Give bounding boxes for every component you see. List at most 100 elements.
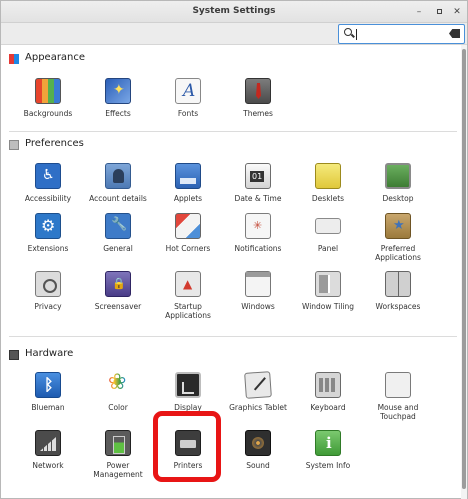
settings-content: Appearance Backgrounds Effects Fonts The…: [1, 45, 461, 499]
item-fonts[interactable]: Fonts: [153, 78, 223, 118]
item-label: Backgrounds: [23, 109, 73, 118]
item-label: Hot Corners: [165, 244, 211, 253]
item-label: Notifications: [234, 244, 282, 253]
desklets-icon: [315, 163, 341, 189]
search-input[interactable]: [355, 27, 443, 41]
item-label: Screensaver: [94, 302, 142, 311]
section-title: Appearance: [25, 52, 86, 63]
item-themes[interactable]: Themes: [223, 78, 293, 118]
item-label: Sound: [246, 461, 270, 470]
item-mouse-touchpad[interactable]: Mouse and Touchpad: [363, 372, 433, 421]
toolbar: [1, 23, 467, 45]
themes-icon: [245, 78, 271, 104]
appearance-section-icon: [9, 54, 19, 64]
scrollbar-thumb[interactable]: [462, 49, 466, 489]
text-cursor: [356, 29, 357, 40]
system-settings-window: System Settings – ✕ Appearance Backgroun…: [0, 0, 468, 499]
bluetooth-icon: [35, 372, 61, 398]
graphics-tablet-icon: [244, 371, 272, 399]
system-info-icon: [315, 430, 341, 456]
item-desktop[interactable]: Desktop: [363, 163, 433, 203]
item-account-details[interactable]: Account details: [83, 163, 153, 203]
keyboard-icon: [315, 372, 341, 398]
screensaver-icon: [105, 271, 131, 297]
item-label: Fonts: [177, 109, 199, 118]
item-desklets[interactable]: Desklets: [293, 163, 363, 203]
item-extensions[interactable]: Extensions: [13, 213, 83, 253]
workspaces-icon: [385, 271, 411, 297]
hot-corners-icon: [175, 213, 201, 239]
sound-icon: [245, 430, 271, 456]
item-label: Date & Time: [234, 194, 282, 203]
item-effects[interactable]: Effects: [83, 78, 153, 118]
item-label: Extensions: [27, 244, 69, 253]
close-icon[interactable]: ✕: [451, 6, 463, 18]
vertical-scrollbar[interactable]: [461, 45, 467, 499]
item-workspaces[interactable]: Workspaces: [363, 271, 433, 311]
maximize-icon[interactable]: [433, 6, 445, 18]
item-label: Network: [32, 461, 64, 470]
startup-applications-icon: [175, 271, 201, 297]
general-icon: [105, 213, 131, 239]
section-divider: [9, 336, 457, 337]
clear-search-icon[interactable]: [449, 29, 460, 38]
notifications-icon: [245, 213, 271, 239]
item-backgrounds[interactable]: Backgrounds: [13, 78, 83, 118]
item-general[interactable]: General: [83, 213, 153, 253]
window-title: System Settings: [192, 6, 276, 16]
panel-icon: [315, 218, 341, 234]
mouse-icon: [385, 372, 411, 398]
item-color[interactable]: Color: [83, 370, 153, 412]
item-label: Preferred Applications: [375, 244, 421, 262]
item-preferred-applications[interactable]: Preferred Applications: [363, 213, 433, 262]
preferences-section-icon: [9, 140, 19, 150]
minimize-icon[interactable]: –: [413, 6, 425, 18]
item-keyboard[interactable]: Keyboard: [293, 372, 363, 412]
fonts-icon: [175, 78, 201, 104]
search-box[interactable]: [338, 24, 465, 44]
item-label: Graphics Tablet: [229, 403, 287, 412]
item-display[interactable]: Display: [153, 372, 223, 412]
item-label: Blueman: [31, 403, 65, 412]
item-accessibility[interactable]: Accessibility: [13, 163, 83, 203]
item-graphics-tablet[interactable]: Graphics Tablet: [223, 371, 293, 412]
section-title: Preferences: [25, 138, 84, 149]
item-window-tiling[interactable]: Window Tiling: [293, 271, 363, 311]
item-system-info[interactable]: System Info: [293, 430, 363, 470]
section-divider: [9, 131, 457, 132]
item-label: Workspaces: [375, 302, 421, 311]
item-sound[interactable]: Sound: [223, 430, 293, 470]
item-label: Privacy: [34, 302, 62, 311]
item-panel[interactable]: Panel: [293, 213, 363, 253]
item-label: Keyboard: [310, 403, 346, 412]
desktop-icon: [385, 163, 411, 189]
item-applets[interactable]: Applets: [153, 163, 223, 203]
printers-highlight-box: [153, 411, 221, 482]
item-privacy[interactable]: Privacy: [13, 271, 83, 311]
search-icon: [344, 28, 352, 36]
item-hot-corners[interactable]: Hot Corners: [153, 213, 223, 253]
item-label: Account details: [89, 194, 147, 203]
color-icon: [105, 370, 131, 398]
item-startup-applications[interactable]: Startup Applications: [153, 271, 223, 320]
item-label: Desklets: [311, 194, 345, 203]
item-blueman[interactable]: Blueman: [13, 372, 83, 412]
item-screensaver[interactable]: Screensaver: [83, 271, 153, 311]
item-windows[interactable]: Windows: [223, 271, 293, 311]
item-label: Startup Applications: [165, 302, 211, 320]
hardware-section-icon: [9, 350, 19, 360]
item-label: Desktop: [382, 194, 414, 203]
date-time-icon: [245, 163, 271, 189]
item-notifications[interactable]: Notifications: [223, 213, 293, 253]
extensions-icon: [35, 213, 61, 239]
section-title: Hardware: [25, 348, 74, 359]
item-label: Color: [108, 403, 128, 412]
window-tiling-icon: [315, 271, 341, 297]
item-network[interactable]: Network: [13, 430, 83, 470]
item-power-management[interactable]: Power Management: [83, 430, 153, 479]
item-date-time[interactable]: Date & Time: [223, 163, 293, 203]
display-icon: [175, 372, 201, 398]
windows-icon: [245, 271, 271, 297]
item-label: Power Management: [93, 461, 143, 479]
title-bar[interactable]: System Settings – ✕: [1, 1, 467, 23]
